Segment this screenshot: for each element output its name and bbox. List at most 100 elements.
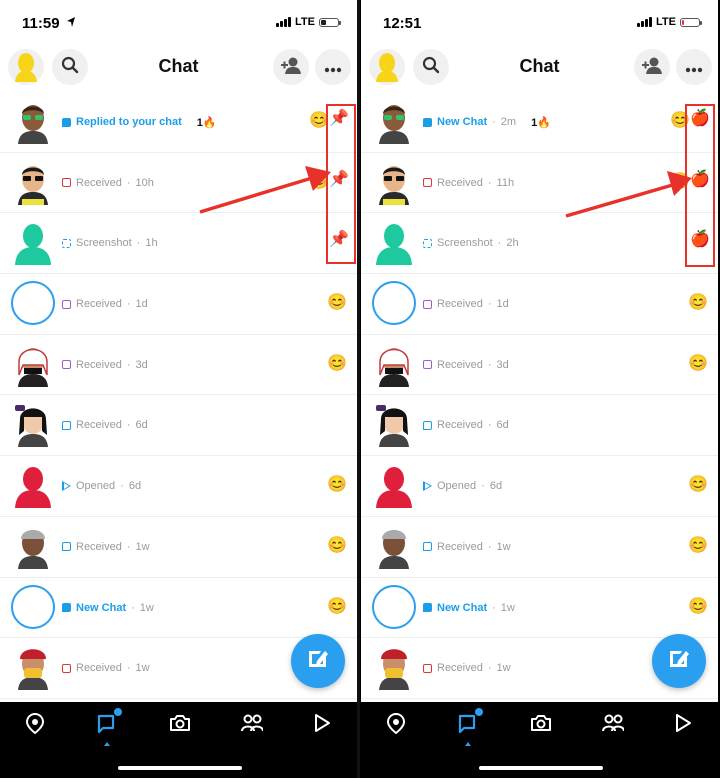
status-label: Received — [437, 298, 483, 311]
profile-avatar-button[interactable] — [8, 49, 44, 85]
received-video-icon — [423, 360, 432, 370]
new-chat-fab[interactable] — [291, 634, 345, 688]
friend-avatar[interactable] — [371, 401, 417, 448]
chat-status: New Chat · 1w — [62, 578, 154, 638]
more-options-button[interactable] — [315, 49, 351, 85]
friend-avatar[interactable] — [10, 341, 56, 387]
friend-avatar[interactable] — [371, 159, 417, 205]
status-separator: · — [487, 298, 492, 311]
chat-row[interactable]: Received · 1w 😊 — [361, 517, 718, 578]
status-separator: · — [126, 176, 131, 189]
chat-row[interactable]: Received · 6d — [0, 395, 357, 457]
chat-row[interactable]: New Chat · 2m 1🔥 😊 🍎 — [361, 92, 718, 153]
chat-status: Received · 3d — [423, 335, 509, 395]
new-chat-fab[interactable] — [652, 634, 706, 688]
friend-avatar[interactable] — [10, 219, 56, 266]
friend-avatar[interactable] — [10, 98, 56, 144]
friend-avatar[interactable] — [10, 584, 56, 630]
friend-avatar[interactable] — [371, 219, 417, 266]
chat-row[interactable]: Received · 10h 😊 📌 — [0, 153, 357, 214]
status-separator: · — [126, 540, 131, 553]
friend-avatar[interactable] — [10, 401, 56, 448]
add-friend-icon — [641, 56, 663, 79]
status-time-ago: 6d — [128, 480, 142, 493]
friend-avatar[interactable] — [10, 523, 56, 569]
new-chat-icon — [62, 117, 71, 127]
status-bar: 12:51 LTE — [361, 0, 718, 44]
camera-tab[interactable] — [163, 708, 197, 742]
chat-tab[interactable] — [451, 708, 485, 746]
friend-avatar[interactable] — [10, 644, 56, 691]
home-indicator — [118, 766, 242, 770]
add-friend-button[interactable] — [273, 49, 309, 85]
friend-avatar[interactable] — [371, 584, 417, 630]
friend-avatar[interactable] — [371, 523, 417, 569]
status-label: New Chat — [76, 601, 127, 614]
status-time-ago: 6d — [496, 419, 509, 432]
friends-tab[interactable] — [235, 708, 269, 742]
friend-avatar[interactable] — [371, 462, 417, 509]
chat-row[interactable]: Received · 6d — [361, 395, 718, 457]
status-separator: · — [487, 540, 492, 553]
friend-avatar[interactable] — [371, 280, 417, 326]
status-separator: · — [487, 358, 492, 371]
status-separator: · — [131, 601, 135, 614]
friend-emoji: 😊 — [327, 354, 347, 372]
chat-status: Replied to your chat 1🔥 — [62, 92, 217, 152]
stories-play-tab[interactable] — [305, 708, 339, 742]
snap-streak: 1🔥 — [197, 116, 217, 129]
chat-row[interactable]: Received · 3d 😊 — [361, 335, 718, 396]
search-icon — [61, 56, 79, 79]
chat-row[interactable]: Received · 1d 😊 — [361, 274, 718, 335]
chat-row[interactable]: Opened · 6d 😊 — [0, 456, 357, 517]
friend-avatar[interactable] — [371, 341, 417, 387]
cell-signal-icon — [637, 17, 653, 27]
stories-play-tab[interactable] — [666, 708, 700, 742]
status-bar: 11:59 LTE — [0, 0, 357, 44]
friends-tab[interactable] — [596, 708, 630, 742]
received-snap-icon — [423, 663, 432, 673]
chat-icon — [96, 712, 118, 739]
chat-row[interactable]: New Chat · 1w 😊 — [361, 578, 718, 639]
map-pin-tab[interactable] — [380, 708, 414, 742]
battery-icon — [680, 17, 702, 27]
bottom-nav — [0, 702, 357, 778]
search-button[interactable] — [413, 49, 449, 85]
friend-avatar[interactable] — [10, 280, 56, 326]
status-time-ago: 1w — [135, 662, 150, 675]
friend-emoji: 😊 — [688, 597, 708, 615]
more-options-button[interactable] — [676, 49, 712, 85]
status-separator: · — [487, 176, 492, 189]
chat-tab[interactable] — [90, 708, 124, 746]
friend-avatar[interactable] — [10, 159, 56, 205]
chat-row[interactable]: Received · 11h 😊 🍎 — [361, 153, 718, 214]
camera-tab[interactable] — [524, 708, 558, 742]
chat-status: Received · 1d — [423, 274, 509, 334]
friend-emoji: 😊 — [688, 294, 708, 312]
chat-row[interactable]: New Chat · 1w 😊 — [0, 578, 357, 639]
status-label: Received — [76, 662, 122, 675]
status-separator: · — [126, 662, 131, 675]
location-arrow-icon — [66, 15, 76, 33]
friend-avatar[interactable] — [371, 98, 417, 144]
profile-avatar-button[interactable] — [369, 49, 405, 85]
chat-status: Screenshot · 2h — [423, 213, 519, 273]
chat-row[interactable]: Replied to your chat 1🔥 😊 📌 — [0, 92, 357, 153]
received-chat-icon — [62, 542, 71, 552]
search-button[interactable] — [52, 49, 88, 85]
map-pin-tab[interactable] — [19, 708, 53, 742]
chat-row[interactable]: Screenshot · 2h 🍎 — [361, 213, 718, 275]
friend-avatar[interactable] — [371, 644, 417, 691]
chat-row[interactable]: Received · 1d 😊 — [0, 274, 357, 335]
chat-row[interactable]: Received · 3d 😊 — [0, 335, 357, 396]
status-label: Received — [76, 358, 122, 371]
status-time-ago: 1w — [135, 540, 150, 553]
received-chat-icon — [423, 420, 432, 430]
friend-avatar[interactable] — [10, 462, 56, 509]
status-time-ago: 1w — [496, 540, 511, 553]
chat-row[interactable]: Screenshot · 1h 📌 — [0, 213, 357, 275]
status-label: Received — [437, 419, 483, 432]
add-friend-button[interactable] — [634, 49, 670, 85]
chat-row[interactable]: Opened · 6d 😊 — [361, 456, 718, 517]
chat-row[interactable]: Received · 1w 😊 — [0, 517, 357, 578]
